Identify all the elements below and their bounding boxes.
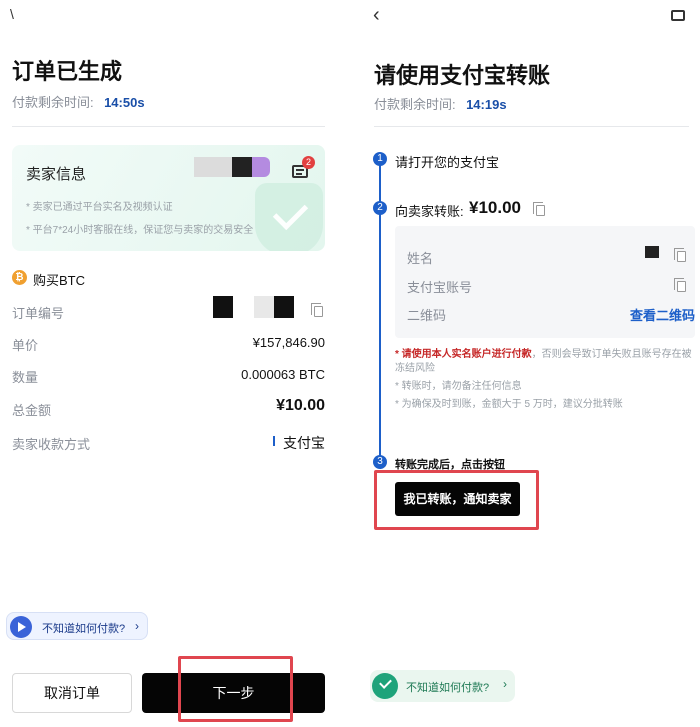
service-online-note: * 平台7*24小时客服在线，保证您与卖家的交易安全: [26, 225, 254, 236]
copy-icon[interactable]: [533, 202, 545, 216]
alipay-account-label: 支付宝账号: [407, 280, 473, 295]
split-transfer-note: * 为确保及时到账，金额大于 5 万时，建议分批转账: [395, 399, 623, 410]
payment-help-label: 不知道如何付款?: [406, 682, 490, 694]
payment-method-label: 卖家收款方式: [12, 437, 91, 452]
order-created-screen: \ 订单已生成 付款剩余时间: 14:50s 卖家信息 2 * 卖家已通过平台实…: [0, 0, 345, 727]
payment-timer: 付款剩余时间: 14:19s: [374, 94, 507, 114]
shield-check-icon: [255, 183, 323, 251]
divider: [374, 126, 689, 127]
seller-account-box: 姓名 支付宝账号 二维码 查看二维码: [395, 226, 695, 338]
seller-card-title: 卖家信息: [26, 166, 87, 183]
step-3-number: 3: [373, 455, 387, 469]
chevron-right-icon: ›: [135, 619, 139, 633]
payment-help-button[interactable]: 不知道如何付款? ›: [6, 612, 148, 640]
name-redacted: [645, 246, 659, 258]
real-name-warning-highlight: * 请使用本人实名账户进行付款: [395, 349, 532, 360]
play-icon: [10, 616, 32, 638]
copy-icon[interactable]: [311, 303, 323, 317]
back-icon[interactable]: ‹: [373, 4, 380, 27]
payment-method-marker: [273, 436, 275, 446]
bitcoin-icon: ₿: [12, 270, 27, 285]
quantity-value: 0.000063 BTC: [241, 367, 325, 382]
total-amount-label: 总金额: [12, 403, 52, 418]
seller-verified-note: * 卖家已通过平台实名及视频认证: [26, 202, 173, 213]
cancel-order-button[interactable]: 取消订单: [12, 673, 132, 713]
payment-help-button[interactable]: 不知道如何付款? ›: [370, 670, 515, 702]
timer-label: 付款剩余时间:: [12, 95, 94, 110]
back-icon[interactable]: \: [10, 6, 14, 22]
unit-price-value: ¥157,846.90: [252, 335, 325, 350]
timer-value: 14:50s: [104, 95, 145, 110]
order-number-redacted: [274, 296, 294, 318]
transfer-amount: ¥10.00: [469, 198, 521, 217]
payment-help-label: 不知道如何付款?: [42, 623, 126, 635]
real-name-warning: * 请使用本人实名账户进行付款，否则会导致订单失败且账号存在被冻结风险: [395, 348, 695, 376]
copy-icon[interactable]: [674, 248, 686, 262]
buy-btc-title: 购买BTC: [33, 273, 86, 288]
copy-icon[interactable]: [674, 278, 686, 292]
order-number-label: 订单编号: [12, 306, 65, 321]
payment-timer: 付款剩余时间: 14:50s: [12, 92, 145, 112]
step-1-text: 请打开您的支付宝: [395, 155, 500, 170]
total-amount-value: ¥10.00: [276, 397, 325, 414]
seller-avatar: [252, 157, 270, 177]
timer-label: 付款剩余时间:: [374, 97, 456, 112]
divider: [12, 126, 325, 127]
order-number-redacted: [213, 296, 233, 318]
chat-icon[interactable]: [671, 10, 685, 21]
step-connector: [379, 214, 381, 462]
highlight-frame: [178, 656, 293, 722]
view-qr-code-link[interactable]: 查看二维码: [630, 305, 695, 324]
unit-price-label: 单价: [12, 338, 39, 353]
seller-name-redacted: [232, 157, 252, 177]
payment-method-value: 支付宝: [283, 435, 325, 451]
seller-name-redacted: [194, 157, 232, 177]
unread-badge: 2: [302, 156, 315, 169]
step-connector: [379, 164, 381, 206]
quantity-label: 数量: [12, 370, 39, 385]
alipay-transfer-screen: ‹ 请使用支付宝转账 付款剩余时间: 14:19s 1 请打开您的支付宝 2 向…: [355, 0, 700, 727]
step-2-number: 2: [373, 201, 387, 215]
no-memo-note: * 转账时，请勿备注任何信息: [395, 381, 522, 392]
step-2-text: 向卖家转账:: [395, 204, 464, 219]
qr-code-label: 二维码: [407, 308, 447, 323]
shield-check-icon: [372, 673, 398, 699]
seller-info-card: 卖家信息 2 * 卖家已通过平台实名及视频认证 * 平台7*24小时客服在线，保…: [12, 145, 325, 251]
highlight-frame: [374, 470, 539, 530]
name-label: 姓名: [407, 251, 434, 266]
page-title: 请使用支付宝转账: [374, 63, 551, 88]
step-1-number: 1: [373, 152, 387, 166]
chevron-right-icon: ›: [503, 677, 507, 691]
order-number-redacted: [254, 296, 274, 318]
page-title: 订单已生成: [12, 59, 123, 84]
timer-value: 14:19s: [466, 97, 507, 112]
